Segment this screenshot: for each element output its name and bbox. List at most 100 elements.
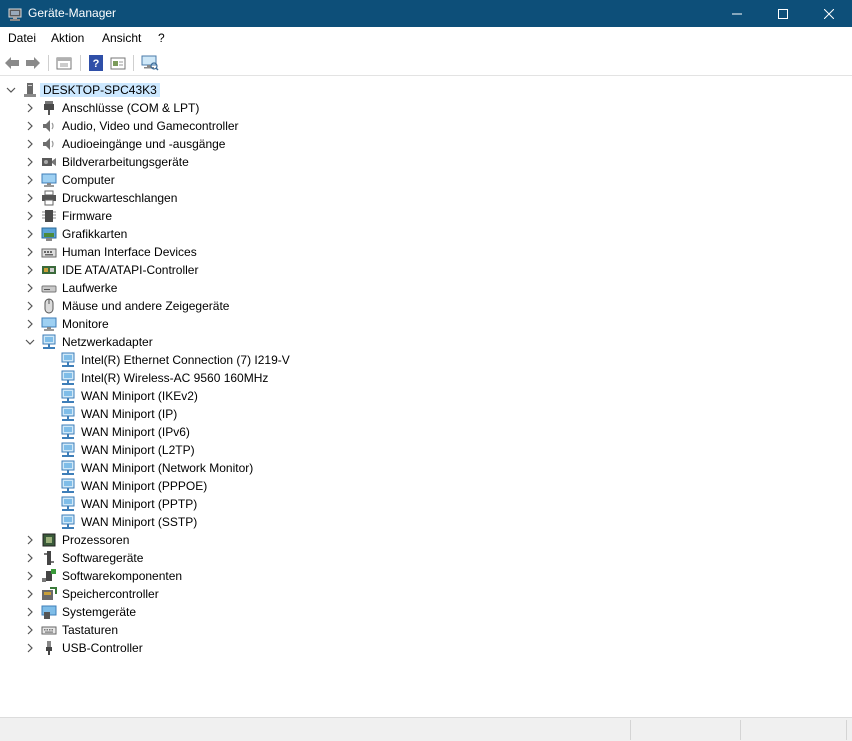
chevron-right-icon[interactable] — [24, 534, 36, 546]
toolbar: ? — [0, 50, 852, 76]
forward-arrow-icon[interactable] — [24, 54, 42, 72]
menu-datei[interactable]: Datei — [8, 31, 36, 45]
chevron-right-icon[interactable] — [24, 138, 36, 150]
status-divider — [846, 720, 847, 740]
chevron-right-icon[interactable] — [24, 246, 36, 258]
tree-category-audioeingänge-und-ausgänge[interactable]: Audioeingänge und -ausgänge — [0, 135, 852, 153]
status-divider — [630, 720, 631, 740]
tree-category-firmware[interactable]: Firmware — [0, 207, 852, 225]
chevron-right-icon[interactable] — [24, 642, 36, 654]
tree-category-human-interface-devices[interactable]: Human Interface Devices — [0, 243, 852, 261]
tree-device-item[interactable]: WAN Miniport (IKEv2) — [0, 387, 852, 405]
tree-device-item[interactable]: WAN Miniport (Network Monitor) — [0, 459, 852, 477]
tree-category-label: USB-Controller — [62, 641, 143, 655]
update-driver-icon[interactable] — [109, 54, 127, 72]
chevron-right-icon[interactable] — [24, 606, 36, 618]
tree-category-computer[interactable]: Computer — [0, 171, 852, 189]
speaker-icon — [41, 118, 57, 134]
display-adapter-icon — [41, 226, 57, 242]
chevron-right-icon[interactable] — [24, 264, 36, 276]
tree-category-druckwarteschlangen[interactable]: Druckwarteschlangen — [0, 189, 852, 207]
tree-category-ide-ata-atapi-controller[interactable]: IDE ATA/ATAPI-Controller — [0, 261, 852, 279]
tree-device-item[interactable]: Intel(R) Wireless-AC 9560 160MHz — [0, 369, 852, 387]
toolbar-separator — [133, 55, 134, 71]
minimize-button[interactable] — [714, 0, 760, 27]
chevron-right-icon[interactable] — [24, 210, 36, 222]
tree-category-softwaregeräte[interactable]: Softwaregeräte — [0, 549, 852, 567]
tree-category-label: Human Interface Devices — [62, 245, 197, 259]
drive-icon — [41, 280, 57, 296]
speaker-icon — [41, 136, 57, 152]
tree-category-label: Audioeingänge und -ausgänge — [62, 137, 226, 151]
chevron-right-icon[interactable] — [24, 282, 36, 294]
scan-hardware-icon[interactable] — [141, 54, 159, 72]
chevron-right-icon[interactable] — [24, 228, 36, 240]
maximize-button[interactable] — [760, 0, 806, 27]
tree-category-audio-video-und-gamecontroller[interactable]: Audio, Video und Gamecontroller — [0, 117, 852, 135]
tree-device-item[interactable]: WAN Miniport (SSTP) — [0, 513, 852, 531]
printer-icon — [41, 190, 57, 206]
status-bar — [0, 717, 852, 741]
menu-aktion[interactable]: Aktion — [51, 31, 84, 45]
chevron-right-icon[interactable] — [24, 102, 36, 114]
tree-category-grafikkarten[interactable]: Grafikkarten — [0, 225, 852, 243]
tree-device-item[interactable]: WAN Miniport (PPPOE) — [0, 477, 852, 495]
tree-category-prozessoren[interactable]: Prozessoren — [0, 531, 852, 549]
tree-category-anschlüsse-com-lpt[interactable]: Anschlüsse (COM & LPT) — [0, 99, 852, 117]
chevron-right-icon[interactable] — [24, 300, 36, 312]
properties-icon[interactable] — [55, 54, 73, 72]
chevron-right-icon[interactable] — [24, 624, 36, 636]
tree-category-label: Tastaturen — [62, 623, 119, 637]
tree-device-item[interactable]: WAN Miniport (IPv6) — [0, 423, 852, 441]
device-manager-icon — [7, 6, 23, 25]
tree-category-systemgeräte[interactable]: Systemgeräte — [0, 603, 852, 621]
chevron-right-icon[interactable] — [24, 174, 36, 186]
tree-device-item[interactable]: WAN Miniport (IP) — [0, 405, 852, 423]
chevron-right-icon[interactable] — [24, 192, 36, 204]
camera-icon — [41, 154, 57, 170]
tree-root-label: DESKTOP-SPC43K3 — [40, 83, 160, 97]
tree-category-usb-controller[interactable]: USB-Controller — [0, 639, 852, 657]
chevron-right-icon[interactable] — [24, 120, 36, 132]
back-arrow-icon[interactable] — [3, 54, 21, 72]
menu-ansicht[interactable]: Ansicht — [102, 31, 141, 45]
processor-icon — [41, 532, 57, 548]
tree-device-label: WAN Miniport (PPTP) — [81, 497, 198, 511]
tree-category-monitore[interactable]: Monitore — [0, 315, 852, 333]
tree-category-bildverarbeitungsgeräte[interactable]: Bildverarbeitungsgeräte — [0, 153, 852, 171]
chevron-right-icon[interactable] — [24, 318, 36, 330]
tree-category-label: Anschlüsse (COM & LPT) — [62, 101, 200, 115]
title-bar: Geräte-Manager — [0, 0, 852, 27]
tree-category-tastaturen[interactable]: Tastaturen — [0, 621, 852, 639]
tree-category-label: Computer — [62, 173, 115, 187]
device-tree: DESKTOP-SPC43K3 Netzwerkadapter Anschlüs… — [0, 81, 852, 715]
network-adapter-icon — [60, 370, 76, 386]
tree-device-item[interactable]: Intel(R) Ethernet Connection (7) I219-V — [0, 351, 852, 369]
menu-help[interactable]: ? — [158, 31, 165, 45]
tree-device-label: Intel(R) Ethernet Connection (7) I219-V — [81, 353, 290, 367]
tree-device-label: Intel(R) Wireless-AC 9560 160MHz — [81, 371, 269, 385]
tree-category-speichercontroller[interactable]: Speichercontroller — [0, 585, 852, 603]
chevron-right-icon[interactable] — [24, 156, 36, 168]
chevron-right-icon[interactable] — [24, 552, 36, 564]
chevron-down-icon[interactable] — [5, 84, 17, 96]
tree-device-item[interactable]: WAN Miniport (L2TP) — [0, 441, 852, 459]
tree-category-label: Speichercontroller — [62, 587, 159, 601]
tree-category-softwarekomponenten[interactable]: Softwarekomponenten — [0, 567, 852, 585]
chevron-down-icon[interactable] — [24, 336, 36, 348]
tree-category-mäuse-und-andere-zeigegeräte[interactable]: Mäuse und andere Zeigegeräte — [0, 297, 852, 315]
tree-category-laufwerke[interactable]: Laufwerke — [0, 279, 852, 297]
chevron-right-icon[interactable] — [24, 570, 36, 582]
tree-root[interactable]: DESKTOP-SPC43K3 — [0, 81, 852, 99]
network-adapter-icon — [60, 424, 76, 440]
close-button[interactable] — [806, 0, 852, 27]
chevron-right-icon[interactable] — [24, 588, 36, 600]
tree-category-label: Firmware — [62, 209, 112, 223]
tree-category-label: Softwarekomponenten — [62, 569, 183, 583]
tree-device-item[interactable]: WAN Miniport (PPTP) — [0, 495, 852, 513]
tree-category-label: Mäuse und andere Zeigegeräte — [62, 299, 230, 313]
tree-category-label: Softwaregeräte — [62, 551, 144, 565]
tree-category-netzwerkadapter[interactable]: Netzwerkadapter — [0, 333, 852, 351]
tree-device-label: WAN Miniport (SSTP) — [81, 515, 198, 529]
help-icon[interactable]: ? — [87, 54, 105, 72]
